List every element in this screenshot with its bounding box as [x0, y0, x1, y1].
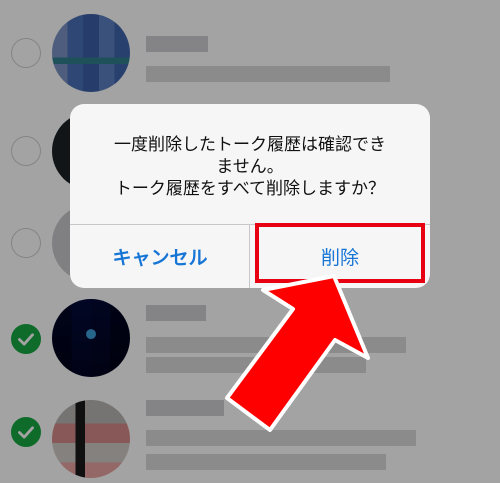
pointer-arrow-icon: [225, 274, 370, 432]
